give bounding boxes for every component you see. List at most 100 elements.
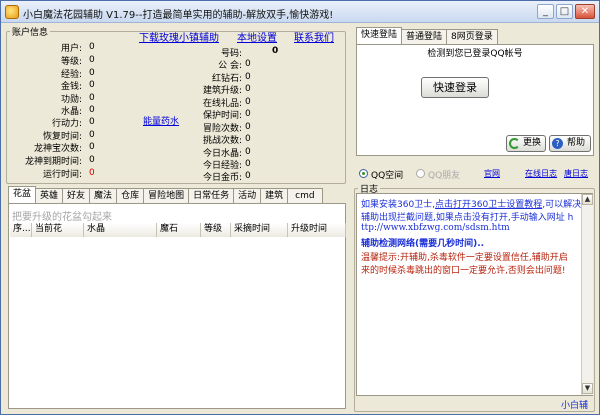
col-magic-stone[interactable]: 魔石 bbox=[157, 223, 201, 237]
maximize-button[interactable]: □ bbox=[556, 4, 573, 19]
login-status-text: 检测到您已登录QQ帐号 bbox=[427, 49, 523, 59]
help-icon: ? bbox=[552, 138, 563, 149]
log-line-4: 辅助检测网络(需要几秒时间).. bbox=[361, 239, 485, 249]
col-current-flower[interactable]: 当前花 bbox=[32, 223, 84, 237]
challenge-count-value: 0 bbox=[245, 134, 251, 144]
log-footer-text: 小白辅 bbox=[561, 401, 589, 411]
scroll-up-arrow-icon[interactable]: ▲ bbox=[582, 194, 593, 205]
recover-time-value: 0 bbox=[89, 130, 95, 140]
merit-value: 0 bbox=[89, 93, 95, 103]
tab-flowerpot[interactable]: 花盆 bbox=[8, 186, 37, 203]
log-line-1: 如果安装360卫士,点击打开360卫士设置教程,可以解决 bbox=[361, 197, 581, 210]
change-account-button[interactable]: 更换 bbox=[506, 135, 546, 152]
guild-label: 公 会: bbox=[218, 61, 242, 71]
col-crystal[interactable]: 水晶 bbox=[84, 223, 157, 237]
close-button[interactable]: ✕ bbox=[575, 4, 595, 19]
dragon-expire-label: 龙神到期时间: bbox=[24, 157, 82, 167]
tab-hero[interactable]: 英雄 bbox=[35, 188, 64, 203]
tab-building[interactable]: 建筑 bbox=[260, 188, 289, 203]
crystal-value: 0 bbox=[89, 105, 95, 115]
challenge-count-label: 挑战次数: bbox=[202, 136, 242, 146]
col-level[interactable]: 等级 bbox=[201, 223, 231, 237]
qq-friend-label: QQ朋友 bbox=[428, 171, 461, 181]
log-line-5: 温馨提示:开辅助,杀毒软件一定要设置信任,辅助开启 bbox=[361, 253, 568, 263]
scroll-down-arrow-icon[interactable]: ▼ bbox=[582, 383, 593, 394]
blog-log-link[interactable]: 唐日志 bbox=[564, 168, 588, 179]
today-gold-label: 今日金币: bbox=[202, 173, 242, 183]
qq-number-value: 0 bbox=[272, 46, 279, 56]
download-rose-town-link[interactable]: 下载玫瑰小镇辅助 bbox=[139, 29, 219, 44]
dragon-count-value: 0 bbox=[89, 142, 95, 152]
qq-space-radio[interactable] bbox=[359, 169, 368, 178]
today-exp-value: 0 bbox=[245, 159, 251, 169]
flowerpot-hint: 把要升级的花盆勾起来 bbox=[12, 212, 112, 223]
action-points-value: 0 bbox=[89, 117, 95, 127]
runtime-label: 运行时间: bbox=[42, 170, 82, 180]
flowerpot-panel: 把要升级的花盆勾起来 序... 当前花 水晶 魔石 等级 采摘时间 升级时间 bbox=[8, 203, 346, 409]
runtime-value: 0 bbox=[89, 168, 95, 178]
quick-login-button[interactable]: 快速登录 bbox=[421, 77, 489, 98]
log-line-1-text: 如果安装360卫士, bbox=[361, 200, 436, 210]
log-line-6: 来的时候杀毒跳出的窗口一定要允许,否则会出问题! bbox=[361, 266, 566, 276]
user-value: 0 bbox=[89, 42, 95, 52]
minimize-button[interactable]: _ bbox=[537, 4, 554, 19]
tab-events[interactable]: 活动 bbox=[233, 188, 262, 203]
feature-tab-bar: 花盆 英雄 好友 魔法 仓库 冒险地图 日常任务 活动 建筑 cmd bbox=[8, 186, 323, 203]
protect-time-value: 0 bbox=[245, 109, 251, 119]
flowerpot-table-header: 序... 当前花 水晶 魔石 等级 采摘时间 升级时间 bbox=[10, 223, 346, 237]
account-info-legend: 账户信息 bbox=[12, 28, 49, 38]
contact-us-link[interactable]: 联系我们 bbox=[294, 29, 334, 44]
dragon-count-label: 龙神宝次数: bbox=[33, 144, 82, 154]
online-log-link[interactable]: 在线日志 bbox=[525, 168, 557, 179]
local-settings-link[interactable]: 本地设置 bbox=[237, 29, 277, 44]
gold-label: 金钱: bbox=[60, 82, 82, 92]
tab-quick-login[interactable]: 快速登陆 bbox=[356, 27, 403, 44]
level-label: 等级: bbox=[60, 57, 82, 67]
tab-web-login[interactable]: 8网页登录 bbox=[446, 29, 498, 44]
user-label: 用户: bbox=[60, 44, 82, 54]
title-bar[interactable]: 小白魔法花园辅助 V1.79--打造最简单实用的辅助-解放双手,愉快游戏! _ … bbox=[1, 1, 599, 23]
help-label: 帮助 bbox=[566, 138, 585, 148]
log-textbox[interactable]: 如果安装360卫士,点击打开360卫士设置教程,可以解决 辅助出现拦截问题,如果… bbox=[356, 193, 593, 396]
log-line-2: 辅助出现拦截问题,如果点击没有打开,手动输入网址 h bbox=[361, 213, 574, 223]
dragon-expire-value: 0 bbox=[89, 155, 95, 165]
col-upgrade-time[interactable]: 升级时间 bbox=[288, 223, 346, 237]
tab-adventure-map[interactable]: 冒险地图 bbox=[143, 188, 190, 203]
today-crystal-value: 0 bbox=[245, 147, 251, 157]
qq-friend-radio[interactable] bbox=[416, 169, 425, 178]
tab-friends[interactable]: 好友 bbox=[62, 188, 91, 203]
refresh-icon bbox=[509, 138, 520, 149]
building-upgrade-value: 0 bbox=[245, 84, 251, 94]
qq-space-label: QQ空间 bbox=[371, 171, 404, 181]
tab-magic[interactable]: 魔法 bbox=[89, 188, 118, 203]
guild-value: 0 bbox=[245, 59, 251, 69]
level-value: 0 bbox=[89, 55, 95, 65]
gold-value: 0 bbox=[89, 80, 95, 90]
tab-cmd[interactable]: cmd bbox=[287, 188, 323, 203]
login-tab-bar: 快速登陆 普通登陆 8网页登录 bbox=[356, 27, 498, 44]
log-line-1-tail: ,可以解决 bbox=[542, 200, 582, 210]
app-logo-icon bbox=[5, 5, 19, 19]
action-points-label: 行动力: bbox=[51, 119, 82, 129]
adventure-count-value: 0 bbox=[245, 122, 251, 132]
tab-daily-tasks[interactable]: 日常任务 bbox=[188, 188, 235, 203]
window-title: 小白魔法花园辅助 V1.79--打造最简单实用的辅助-解放双手,愉快游戏! bbox=[23, 10, 334, 21]
exp-value: 0 bbox=[89, 68, 95, 78]
tab-warehouse[interactable]: 仓库 bbox=[116, 188, 145, 203]
energy-potion-link[interactable]: 能量药水 bbox=[143, 114, 179, 127]
red-diamond-value: 0 bbox=[245, 72, 251, 82]
log-line-3: ttp://www.xbfzwg.com/sdsm.htm bbox=[361, 223, 510, 233]
protect-time-label: 保护时间: bbox=[202, 111, 242, 121]
building-upgrade-label: 建筑升级: bbox=[202, 86, 242, 96]
online-gift-value: 0 bbox=[245, 97, 251, 107]
log-scrollbar[interactable]: ▲ ▼ bbox=[581, 194, 593, 395]
change-account-label: 更换 bbox=[522, 138, 541, 148]
today-gold-value: 0 bbox=[245, 171, 251, 181]
tab-normal-login[interactable]: 普通登陆 bbox=[401, 29, 448, 44]
col-harvest-time[interactable]: 采摘时间 bbox=[231, 223, 288, 237]
log-360-tutorial-link[interactable]: 点击打开360卫士设置教程 bbox=[435, 200, 542, 210]
app-window: 小白魔法花园辅助 V1.79--打造最简单实用的辅助-解放双手,愉快游戏! _ … bbox=[0, 0, 600, 415]
help-button[interactable]: ? 帮助 bbox=[549, 135, 591, 152]
official-site-link[interactable]: 官网 bbox=[484, 168, 500, 179]
col-index[interactable]: 序... bbox=[10, 223, 32, 237]
